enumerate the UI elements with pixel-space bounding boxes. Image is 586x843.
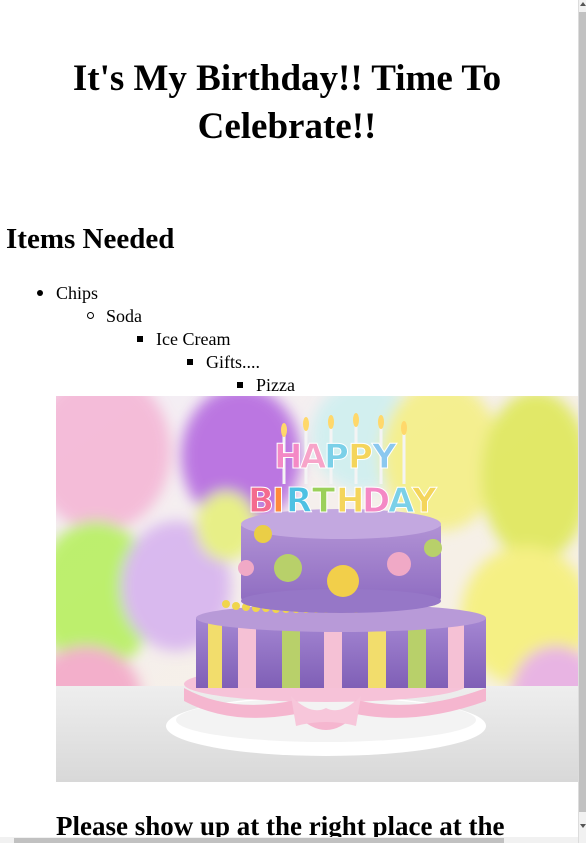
square-bullet-icon (237, 382, 243, 388)
svg-text:T: T (312, 481, 336, 521)
list-item-label: Ice Cream (156, 329, 231, 349)
svg-text:A: A (388, 481, 415, 521)
scroll-up-arrow-icon[interactable] (580, 2, 586, 6)
page-title: It's My Birthday!! Time To Celebrate!! (72, 58, 502, 147)
birthday-cake-image: H A P P Y B I R T H D A Y (56, 396, 578, 782)
list-item-label: Soda (106, 306, 142, 326)
svg-text:Y: Y (411, 481, 437, 521)
items-needed-heading: Items Needed (6, 223, 175, 255)
svg-text:A: A (300, 437, 327, 477)
svg-text:B: B (248, 481, 274, 521)
list-item-label: Chips (56, 283, 99, 303)
scroll-down-arrow-icon[interactable] (580, 824, 586, 828)
disc-bullet-icon (37, 290, 43, 296)
circle-bullet-icon (87, 312, 94, 319)
list-item-label: Pizza (256, 375, 295, 395)
list-item-label: Gifts.... (206, 352, 260, 372)
vertical-scrollbar-thumb[interactable] (579, 12, 586, 812)
svg-text:H: H (336, 481, 364, 521)
svg-text:D: D (362, 481, 390, 521)
svg-text:P: P (324, 437, 349, 477)
page-content: It's My Birthday!! Time To Celebrate!! I… (0, 0, 578, 843)
svg-text:H: H (274, 437, 302, 477)
svg-text:Y: Y (371, 437, 397, 477)
horizontal-scrollbar[interactable] (0, 837, 578, 843)
svg-text:R: R (286, 481, 312, 521)
square-bullet-icon (187, 359, 193, 365)
square-bullet-icon (137, 336, 143, 342)
horizontal-scrollbar-thumb[interactable] (14, 838, 504, 843)
svg-text:P: P (348, 437, 373, 477)
vertical-scrollbar[interactable] (578, 0, 586, 843)
svg-text:I: I (272, 481, 285, 521)
